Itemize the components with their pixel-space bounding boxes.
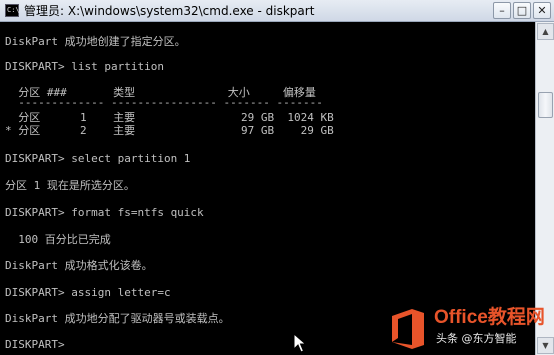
console-line: DISKPART> format fs=ntfs quick	[5, 206, 204, 219]
cmd-icon[interactable]	[5, 4, 20, 17]
console-line: 分区 1 现在是所选分区。	[5, 179, 135, 192]
minimize-button[interactable]: –	[493, 2, 511, 19]
console-line: DISKPART> list partition	[5, 60, 164, 73]
console-line: * 分区 2 主要 97 GB 29 GB	[5, 124, 334, 137]
scroll-thumb[interactable]	[538, 92, 553, 118]
mouse-cursor-icon	[293, 333, 307, 353]
watermark-subtitle: 头条 @东方智能	[436, 332, 517, 345]
console-line: DiskPart 成功地创建了指定分区。	[5, 35, 186, 48]
console-prompt[interactable]: DISKPART>	[5, 338, 65, 352]
console-line: DISKPART> select partition 1	[5, 152, 191, 165]
console-line: ------------- ---------------- ------- -…	[5, 96, 323, 109]
console-line: DISKPART> assign letter=c	[5, 286, 171, 299]
watermark: Office教程网 头条 @东方智能	[380, 302, 554, 355]
title-bar[interactable]: 管理员: X:\windows\system32\cmd.exe - diskp…	[0, 0, 554, 22]
window-title: 管理员: X:\windows\system32\cmd.exe - diskp…	[24, 4, 315, 18]
close-button[interactable]: ✕	[533, 2, 551, 19]
console-line: DiskPart 成功格式化该卷。	[5, 259, 153, 272]
watermark-brand: Office教程网	[434, 307, 545, 328]
console-line: 分区 1 主要 29 GB 1024 KB	[5, 111, 334, 124]
console-line: DiskPart 成功地分配了驱动器号或装载点。	[5, 312, 230, 325]
maximize-button[interactable]: □	[513, 2, 531, 19]
console-line: 100 百分比已完成	[5, 233, 111, 246]
office-logo-icon	[392, 309, 424, 349]
scroll-up-button[interactable]: ▲	[537, 23, 554, 40]
